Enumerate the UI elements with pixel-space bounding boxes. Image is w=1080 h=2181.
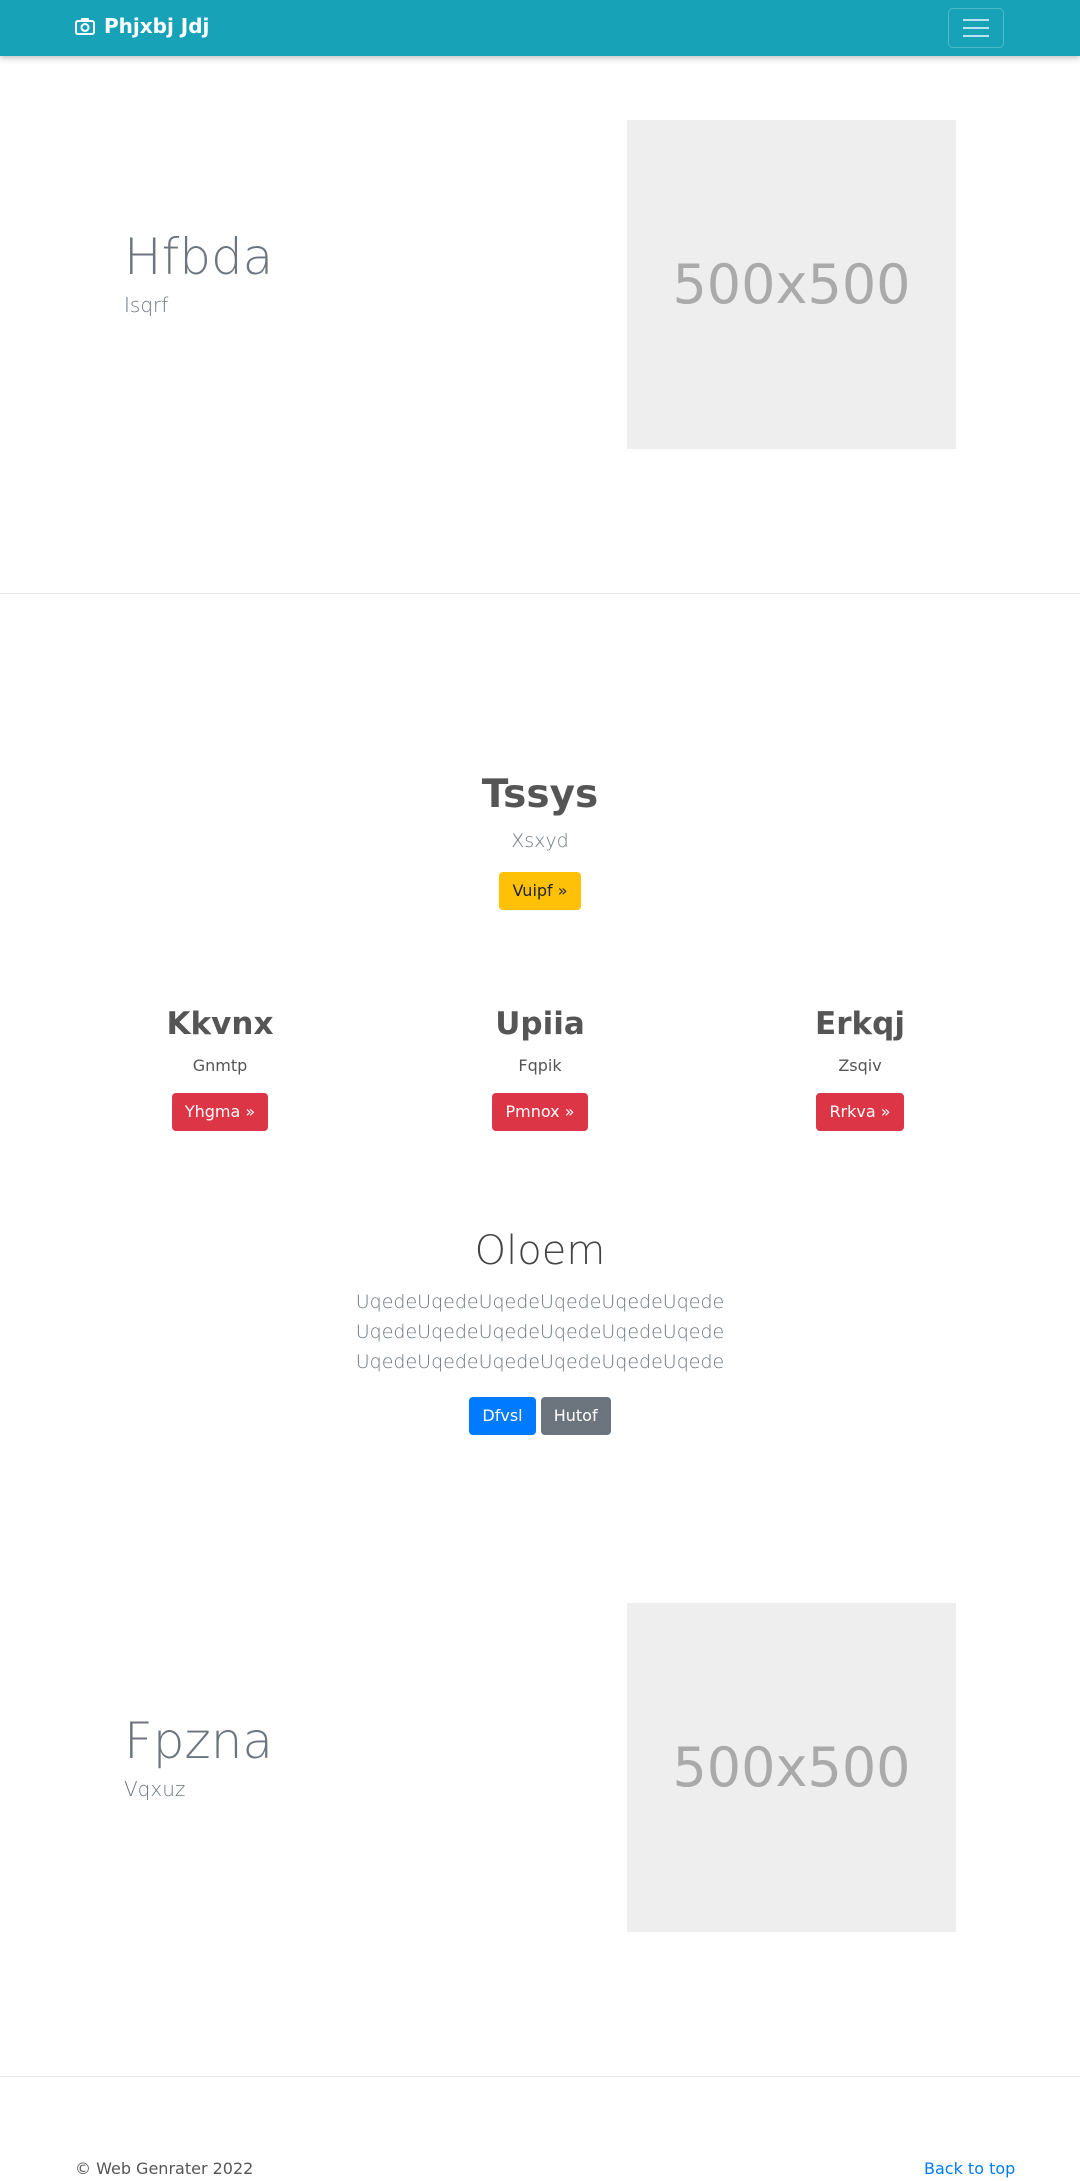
column-card: Kkvnx Gnmtp Yhgma » [70, 1006, 370, 1131]
feature-text-line: UqedeUqedeUqedeUqedeUqedeUqede [355, 1351, 725, 1373]
menu-icon-bar [963, 35, 989, 37]
column-title: Erkqj [815, 1006, 905, 1042]
column-button[interactable]: Yhgma » [171, 1093, 269, 1131]
back-to-top-link[interactable]: Back to top [924, 2159, 1015, 2178]
menu-icon-bar [963, 19, 989, 21]
navbar: Phjxbj Jdj [0, 0, 1080, 56]
camera-icon [75, 18, 95, 35]
column-title: Kkvnx [166, 1006, 274, 1042]
feature-text-line: UqedeUqedeUqedeUqedeUqedeUqede [355, 1291, 725, 1313]
navbar-brand[interactable]: Phjxbj Jdj [75, 14, 209, 38]
column-text: Gnmtp [192, 1056, 248, 1075]
brand-label: Phjxbj Jdj [104, 14, 210, 38]
hero-subtitle: Isqrf [124, 293, 169, 317]
column-card: Erkqj Zsqiv Rrkva » [710, 1006, 1010, 1131]
footer-copyright: © Web Genrater 2022 [75, 2159, 254, 2178]
column-button[interactable]: Pmnox » [492, 1093, 588, 1131]
hero-subtitle: Vqxuz [124, 1777, 186, 1801]
column-button[interactable]: Rrkva » [816, 1093, 904, 1131]
secondary-button[interactable]: Hutof [540, 1397, 611, 1435]
jumbotron-title: Tssys [481, 772, 599, 817]
placeholder-image-label: 500x500 [672, 253, 911, 316]
column-title: Upiia [495, 1006, 585, 1042]
feature-text: UqedeUqedeUqedeUqedeUqedeUqede UqedeUqed… [0, 1287, 1080, 1377]
column-text: Zsqiv [838, 1056, 882, 1075]
feature-title: Oloem [474, 1228, 606, 1274]
column-card: Upiia Fqpik Pmnox » [390, 1006, 690, 1131]
navbar-toggler-button[interactable] [948, 8, 1004, 48]
jumbotron-cta-button[interactable]: Vuipf » [499, 872, 581, 910]
menu-icon-bar [963, 27, 989, 29]
section-divider [0, 2076, 1080, 2077]
hero-title: Hfbda [124, 228, 274, 286]
placeholder-image: 500x500 [627, 1603, 956, 1932]
jumbotron-subtitle: Xsxyd [511, 830, 569, 852]
jumbotron-actions: Vuipf » [0, 872, 1080, 910]
placeholder-image: 500x500 [627, 120, 956, 449]
placeholder-image-label: 500x500 [672, 1736, 911, 1799]
column-text: Fqpik [518, 1056, 562, 1075]
feature-text-line: UqedeUqedeUqedeUqedeUqedeUqede [355, 1321, 725, 1343]
feature-actions: Dfvsl Hutof [0, 1397, 1080, 1435]
primary-button[interactable]: Dfvsl [469, 1397, 536, 1435]
hero-title: Fpzna [124, 1712, 274, 1770]
section-divider [0, 593, 1080, 594]
